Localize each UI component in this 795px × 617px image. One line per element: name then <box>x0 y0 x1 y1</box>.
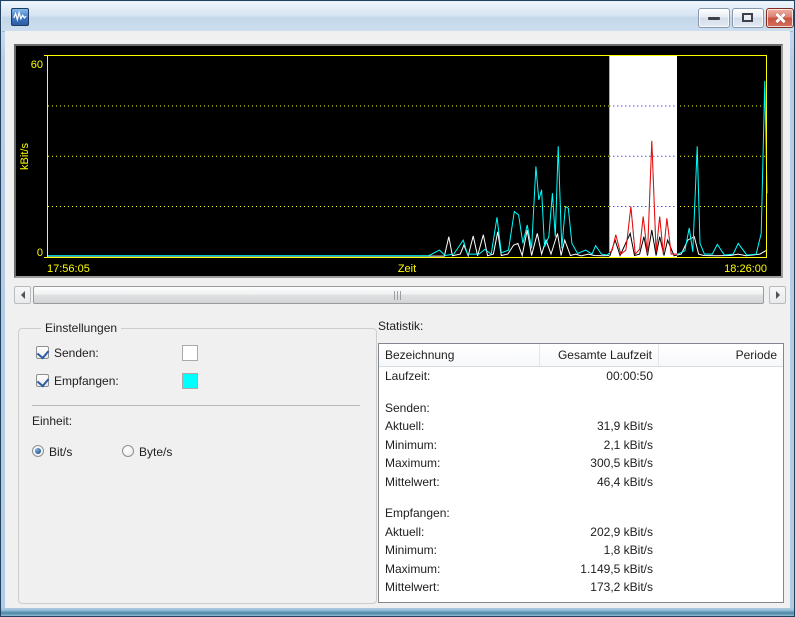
table-cell: 2,1 kBit/s <box>540 438 659 452</box>
table-row: Senden: <box>379 399 783 418</box>
table-cell: 1,8 kBit/s <box>540 543 659 557</box>
scrollbar-left-button[interactable] <box>14 286 31 304</box>
table-row: Maximum:1.149,5 kBit/s <box>379 560 783 579</box>
column-header-bezeichnung[interactable]: Bezeichnung <box>379 344 540 366</box>
table-cell: Minimum: <box>379 438 540 452</box>
table-row: Aktuell:31,9 kBit/s <box>379 417 783 436</box>
table-cell: 300,5 kBit/s <box>540 456 659 470</box>
table-cell: Laufzeit: <box>379 369 540 383</box>
maximize-icon <box>742 13 753 22</box>
table-row <box>379 386 783 399</box>
network-monitor-window: { "window": { "title": "", "buttons": { … <box>0 0 795 617</box>
x-axis-start-label: 17:56:05 <box>47 263 90 275</box>
table-cell: Mittelwert: <box>379 580 540 594</box>
unit-label: Einheit: <box>32 414 72 428</box>
checkmark-icon <box>37 347 50 360</box>
table-row: Maximum:300,5 kBit/s <box>379 454 783 473</box>
traffic-chart-canvas[interactable]: 60 0 kBit/s 17:56:05 Zeit 18:26:00 <box>16 46 781 275</box>
minimize-icon <box>708 17 720 20</box>
table-cell: 1.149,5 kBit/s <box>540 562 659 576</box>
table-cell: Mittelwert: <box>379 475 540 489</box>
bits-radio-label: Bit/s <box>49 445 72 459</box>
table-cell: Aktuell: <box>379 525 540 539</box>
radio-dot-icon <box>35 448 41 454</box>
scrollbar-grip-icon <box>394 291 403 300</box>
bytes-radio[interactable] <box>122 445 134 457</box>
table-row: Empfangen: <box>379 504 783 523</box>
y-axis-title: kBit/s <box>19 143 31 170</box>
empfangen-checkbox[interactable] <box>36 374 49 387</box>
chart-horizontal-scrollbar[interactable] <box>14 286 786 304</box>
x-axis-end-label: 18:26:00 <box>724 263 767 275</box>
settings-groupbox: Einstellungen Senden: Empfangen: Einheit… <box>18 328 377 604</box>
y-axis-max-label: 60 <box>31 59 43 71</box>
traffic-chart[interactable]: 60 0 kBit/s 17:56:05 Zeit 18:26:00 <box>14 44 783 278</box>
y-axis-min-label: 0 <box>37 247 43 259</box>
table-cell: Maximum: <box>379 456 540 470</box>
table-row: Minimum:1,8 kBit/s <box>379 541 783 560</box>
table-row: Minimum:2,1 kBit/s <box>379 436 783 455</box>
bits-radio[interactable] <box>32 445 44 457</box>
settings-group-label: Einstellungen <box>41 321 121 335</box>
settings-separator <box>32 405 360 406</box>
statistics-table: Bezeichnung Gesamte Laufzeit Periode Lau… <box>378 343 784 603</box>
table-row: Laufzeit:00:00:50 <box>379 367 783 386</box>
table-row: Mittelwert:173,2 kBit/s <box>379 578 783 597</box>
table-cell: 173,2 kBit/s <box>540 580 659 594</box>
table-cell: 00:00:50 <box>540 369 659 383</box>
empfangen-color-swatch[interactable] <box>182 373 198 389</box>
selection-band[interactable] <box>609 56 677 257</box>
minimize-button[interactable] <box>698 8 730 28</box>
statistics-label: Statistik: <box>378 319 423 333</box>
window-frame: 60 0 kBit/s 17:56:05 Zeit 18:26:00 Einstellun… <box>0 0 795 617</box>
table-row: Aktuell:202,9 kBit/s <box>379 523 783 542</box>
column-header-gesamte-laufzeit[interactable]: Gesamte Laufzeit <box>540 344 659 366</box>
checkmark-icon <box>37 375 50 388</box>
statistics-table-body: Laufzeit:00:00:50Senden:Aktuell:31,9 kBi… <box>379 367 783 597</box>
scrollbar-thumb[interactable] <box>33 286 764 304</box>
statistics-table-header: Bezeichnung Gesamte Laufzeit Periode <box>379 344 783 367</box>
client-area: 60 0 kBit/s 17:56:05 Zeit 18:26:00 Einstellun… <box>5 31 790 608</box>
bytes-radio-label: Byte/s <box>139 445 172 459</box>
scroll-left-arrow-icon <box>17 291 25 299</box>
maximize-button[interactable] <box>732 8 764 28</box>
x-axis-title: Zeit <box>398 263 416 275</box>
table-cell: Maximum: <box>379 562 540 576</box>
table-cell: Minimum: <box>379 543 540 557</box>
senden-color-swatch[interactable] <box>182 345 198 361</box>
table-cell: Senden: <box>379 401 540 415</box>
app-waveform-icon <box>11 8 29 26</box>
table-cell: 202,9 kBit/s <box>540 525 659 539</box>
senden-checkbox[interactable] <box>36 346 49 359</box>
column-header-periode[interactable]: Periode <box>659 344 783 366</box>
table-cell: Empfangen: <box>379 506 540 520</box>
table-row <box>379 491 783 504</box>
table-cell: 31,9 kBit/s <box>540 419 659 433</box>
close-icon <box>773 11 787 25</box>
table-cell: Aktuell: <box>379 419 540 433</box>
empfangen-checkbox-label: Empfangen: <box>54 374 119 388</box>
close-button[interactable] <box>766 8 794 28</box>
senden-checkbox-label: Senden: <box>54 346 99 360</box>
title-bar[interactable] <box>2 2 793 32</box>
scrollbar-right-button[interactable] <box>769 286 786 304</box>
table-cell: 46,4 kBit/s <box>540 475 659 489</box>
table-row: Mittelwert:46,4 kBit/s <box>379 473 783 492</box>
scroll-right-arrow-icon <box>776 291 784 299</box>
